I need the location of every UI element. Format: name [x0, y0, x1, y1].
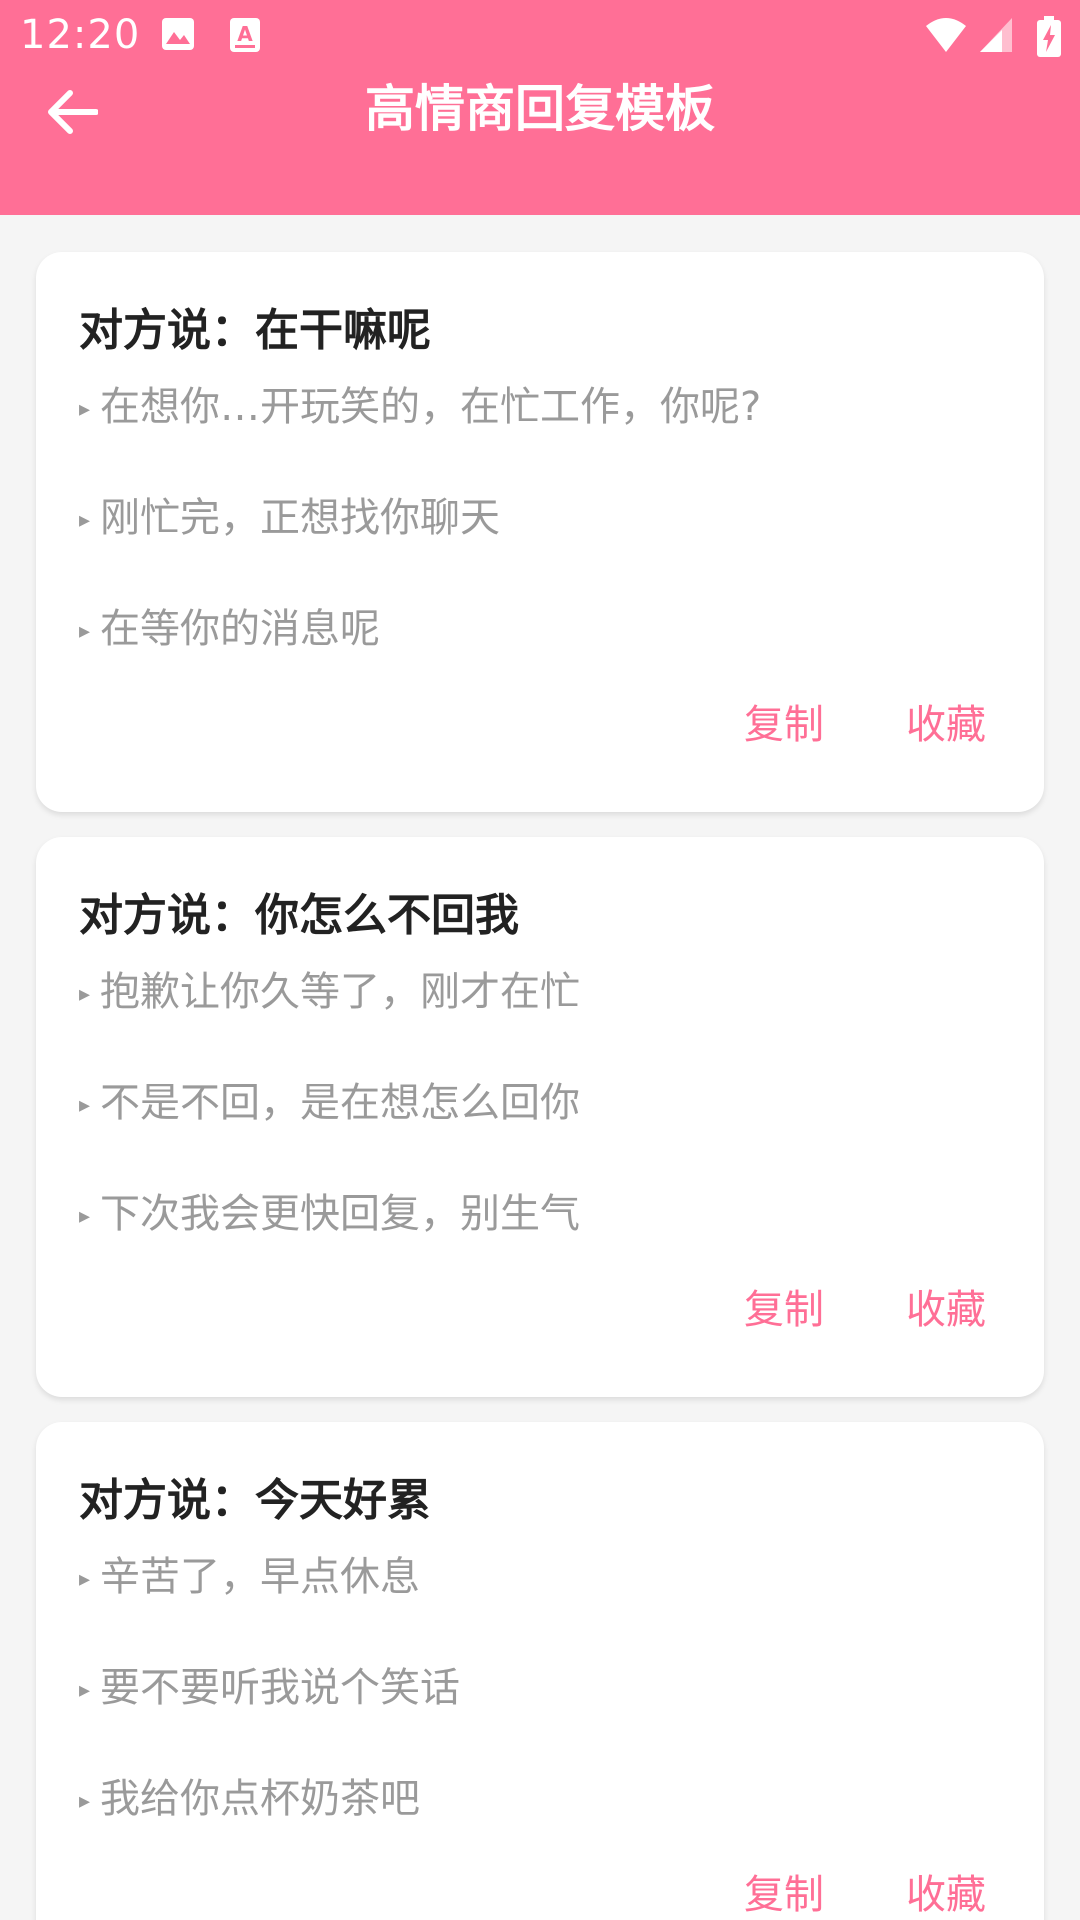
triangle-bullet-icon: ▸	[79, 1677, 91, 1703]
reply-item[interactable]: ▸ 刚忙完，正想找你聊天	[79, 485, 500, 543]
triangle-bullet-icon: ▸	[79, 981, 91, 1007]
card-title: 对方说：今天好累	[79, 1475, 431, 1526]
triangle-bullet-icon: ▸	[79, 1788, 91, 1814]
copy-button[interactable]: 复制	[744, 692, 824, 750]
reply-item[interactable]: ▸ 我给你点杯奶茶吧	[79, 1766, 420, 1824]
card-title: 对方说：你怎么不回我	[79, 890, 519, 941]
reply-item[interactable]: ▸ 在等你的消息呢	[79, 596, 380, 654]
reply-card: 对方说：你怎么不回我 ▸ 抱歉让你久等了，刚才在忙 ▸ 不是不回，是在想怎么回你 ▸…	[36, 837, 1044, 1397]
svg-text:A: A	[237, 22, 253, 46]
signal-icon	[978, 16, 1014, 58]
battery-charging-icon	[1036, 16, 1062, 62]
triangle-bullet-icon: ▸	[79, 396, 91, 422]
copy-button[interactable]: 复制	[744, 1862, 824, 1920]
status-time: 12:20	[20, 12, 141, 58]
reply-item[interactable]: ▸ 下次我会更快回复，别生气	[79, 1181, 580, 1239]
triangle-bullet-icon: ▸	[79, 1566, 91, 1592]
template-list[interactable]: 对方说：在干嘛呢 ▸ 在想你…开玩笑的，在忙工作，你呢? ▸ 刚忙完，正想找你聊天 …	[0, 215, 1080, 1920]
triangle-bullet-icon: ▸	[79, 507, 91, 533]
reply-item[interactable]: ▸ 辛苦了，早点休息	[79, 1544, 420, 1602]
wifi-icon	[924, 16, 968, 58]
favorite-button[interactable]: 收藏	[906, 1862, 986, 1920]
page-title: 高情商回复模板	[365, 80, 715, 138]
image-icon	[160, 16, 196, 56]
card-title: 对方说：在干嘛呢	[79, 305, 431, 356]
app-header: 12:20 A 高情商回复模板	[0, 0, 1080, 215]
reply-item[interactable]: ▸ 要不要听我说个笑话	[79, 1655, 460, 1713]
favorite-button[interactable]: 收藏	[906, 1277, 986, 1335]
triangle-bullet-icon: ▸	[79, 618, 91, 644]
status-bar: 12:20 A	[0, 0, 1080, 72]
triangle-bullet-icon: ▸	[79, 1092, 91, 1118]
favorite-button[interactable]: 收藏	[906, 692, 986, 750]
reply-item[interactable]: ▸ 不是不回，是在想怎么回你	[79, 1070, 580, 1128]
reply-item[interactable]: ▸ 抱歉让你久等了，刚才在忙	[79, 959, 580, 1017]
triangle-bullet-icon: ▸	[79, 1203, 91, 1229]
copy-button[interactable]: 复制	[744, 1277, 824, 1335]
reply-item[interactable]: ▸ 在想你…开玩笑的，在忙工作，你呢?	[79, 374, 761, 432]
reply-card: 对方说：在干嘛呢 ▸ 在想你…开玩笑的，在忙工作，你呢? ▸ 刚忙完，正想找你聊天 …	[36, 252, 1044, 812]
reply-card: 对方说：今天好累 ▸ 辛苦了，早点休息 ▸ 要不要听我说个笑话 ▸ 我给你点杯奶茶吧 …	[36, 1422, 1044, 1920]
keyboard-a-icon: A	[228, 16, 262, 58]
